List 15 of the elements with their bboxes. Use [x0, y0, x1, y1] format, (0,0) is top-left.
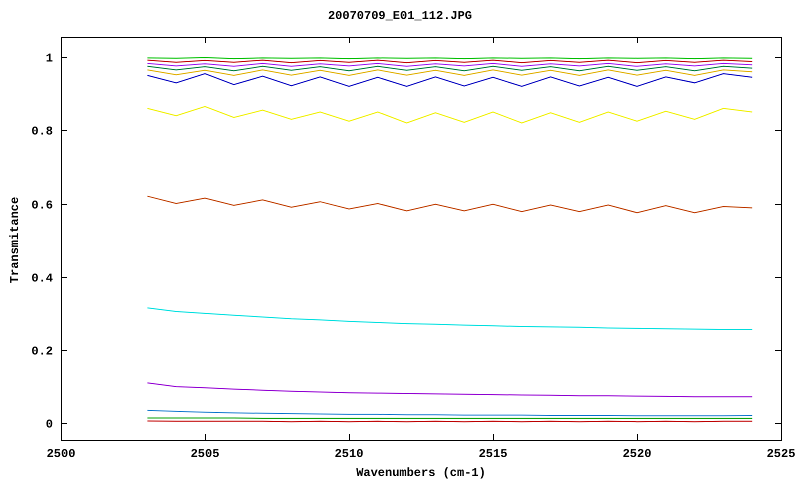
tick-label: 2520: [622, 447, 652, 461]
tick-label: 2505: [190, 447, 220, 461]
x-axis-label: Wavenumbers (cm-1): [356, 466, 486, 480]
tick-label: 0.8: [31, 124, 53, 138]
tick-label: 0: [46, 418, 53, 432]
y-axis-label: Transmitance: [8, 196, 22, 284]
tick-label: 0.4: [31, 272, 53, 286]
tick-label: 2510: [334, 447, 364, 461]
tick-label: 0.6: [31, 198, 53, 212]
tick-label: 2515: [478, 447, 508, 461]
tick-label: 2500: [46, 447, 76, 461]
tick-label: 1: [46, 52, 53, 66]
chart-title: 20070709_E01_112.JPG: [328, 9, 472, 23]
tick-label: 0.2: [31, 344, 53, 358]
tick-label: 2525: [766, 447, 796, 461]
